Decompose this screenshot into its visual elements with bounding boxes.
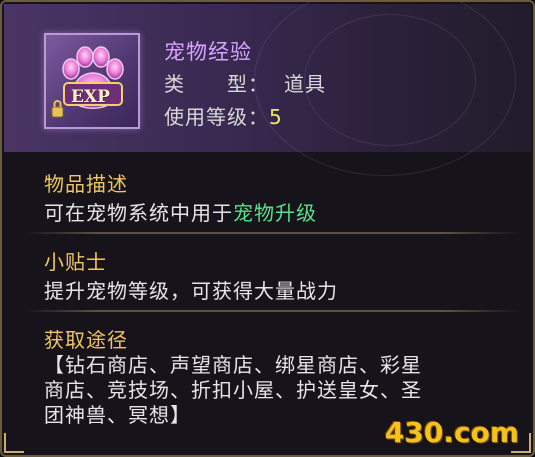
source-line: 【钻石商店、声望商店、绑星商店、彩星 (44, 353, 422, 377)
description-text: 可在宠物系统中用于宠物升级 (44, 197, 317, 226)
item-level-row: 使用等级：5 (164, 101, 283, 130)
section-divider (24, 310, 519, 312)
source-title: 获取途径 (44, 328, 128, 352)
description-text-prefix: 可在宠物系统中用于 (44, 201, 233, 225)
tip-text: 提升宠物等级，可获得大量战力 (44, 279, 338, 303)
item-name: 宠物经验 (164, 40, 252, 64)
site-watermark: 430.com (384, 416, 519, 449)
item-level-label: 使用等级： (164, 105, 269, 129)
description-title: 物品描述 (44, 172, 128, 196)
exp-paw-icon (51, 46, 124, 118)
section-divider (24, 232, 519, 234)
header-decoration (304, 14, 476, 146)
description-highlight: 宠物升级 (233, 201, 317, 225)
item-level-value: 5 (269, 105, 283, 129)
item-type-label: 类 型： (164, 72, 269, 96)
item-type-value: 道具 (284, 72, 326, 96)
item-icon-slot[interactable]: EXP (44, 33, 140, 129)
frame-corner (4, 433, 24, 453)
item-type-row: 类 型： 道具 (164, 68, 326, 97)
tip-title: 小贴士 (44, 250, 107, 274)
exp-badge-text: EXP (71, 87, 110, 107)
item-tooltip-panel: EXP 宠物经验 类 型： 道具 使用等级：5 物品描述 可在宠物系统中用于宠物升… (0, 0, 535, 457)
source-line: 商店、竞技场、折扣小屋、护送皇女、圣 (44, 378, 422, 402)
